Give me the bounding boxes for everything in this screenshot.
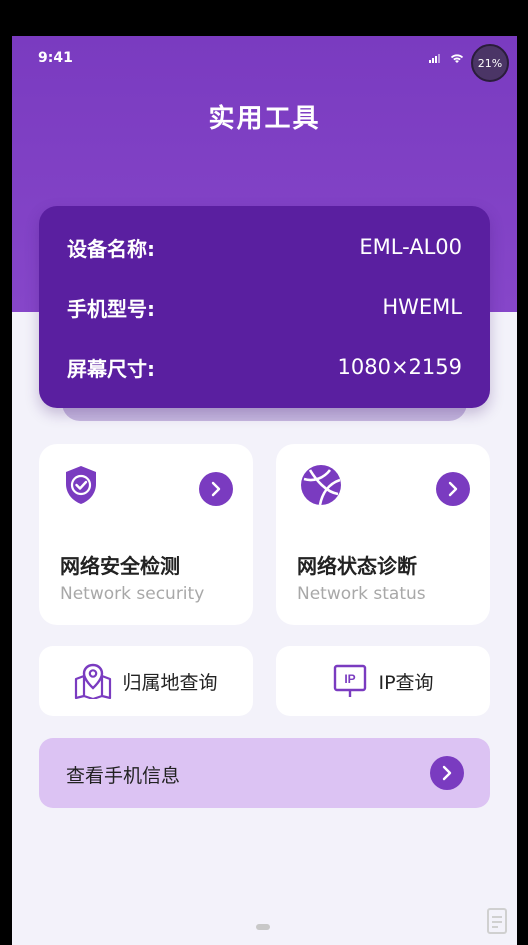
info-value: 1080×2159 <box>337 355 462 379</box>
network-security-card[interactable]: 网络安全检测 Network security <box>39 444 253 625</box>
info-label: 屏幕尺寸: <box>67 356 155 381</box>
info-value: EML-AL00 <box>359 235 462 259</box>
map-location-icon <box>75 663 112 699</box>
signal-icon <box>429 54 440 63</box>
ip-query-label: IP查询 <box>378 671 434 694</box>
network-status-card[interactable]: 网络状态诊断 Network status <box>276 444 490 625</box>
chevron-right-icon <box>211 481 221 497</box>
phone-info-label: 查看手机信息 <box>66 765 181 787</box>
home-indicator[interactable] <box>256 924 270 930</box>
tool-title: 网络安全检测 <box>60 554 180 578</box>
location-query-button[interactable]: 归属地查询 <box>39 646 253 716</box>
status-bar: 9:41 21% <box>12 36 517 82</box>
device-info-card: 设备名称: EML-AL00 手机型号: HWEML 屏幕尺寸: 1080×21… <box>39 206 490 408</box>
location-query-label: 归属地查询 <box>122 671 218 694</box>
info-label: 手机型号: <box>67 296 155 321</box>
battery-percent: 21% <box>477 56 503 70</box>
info-value: HWEML <box>382 295 462 319</box>
tool-subtitle: Network status <box>297 584 426 604</box>
phone-info-arrow-button[interactable] <box>430 756 464 790</box>
tool-subtitle: Network security <box>60 584 205 604</box>
view-phone-info-button[interactable]: 查看手机信息 <box>39 738 490 808</box>
info-label: 设备名称: <box>67 236 155 261</box>
network-status-arrow-button[interactable] <box>436 472 470 506</box>
document-icon[interactable] <box>485 907 509 935</box>
chevron-right-icon <box>448 481 458 497</box>
tool-title: 网络状态诊断 <box>297 554 417 578</box>
ip-icon: IP <box>334 664 367 697</box>
status-icons <box>429 52 465 64</box>
info-row-model: 手机型号: HWEML <box>67 292 462 322</box>
info-row-screen-size: 屏幕尺寸: 1080×2159 <box>67 352 462 382</box>
wifi-icon <box>450 54 464 63</box>
network-security-arrow-button[interactable] <box>199 472 233 506</box>
app-screen: 9:41 21% 实用工具 设备名称: EML-AL00 手机型号: HWEML… <box>12 36 517 945</box>
chevron-right-icon <box>442 765 452 781</box>
svg-text:IP: IP <box>345 672 356 686</box>
info-row-device-name: 设备名称: EML-AL00 <box>67 232 462 262</box>
shield-check-icon <box>66 466 96 504</box>
ip-query-button[interactable]: IP IP查询 <box>276 646 490 716</box>
battery-badge: 21% <box>471 44 509 82</box>
globe-icon <box>301 465 341 506</box>
page-title: 实用工具 <box>208 104 321 134</box>
status-time: 9:41 <box>38 50 73 66</box>
